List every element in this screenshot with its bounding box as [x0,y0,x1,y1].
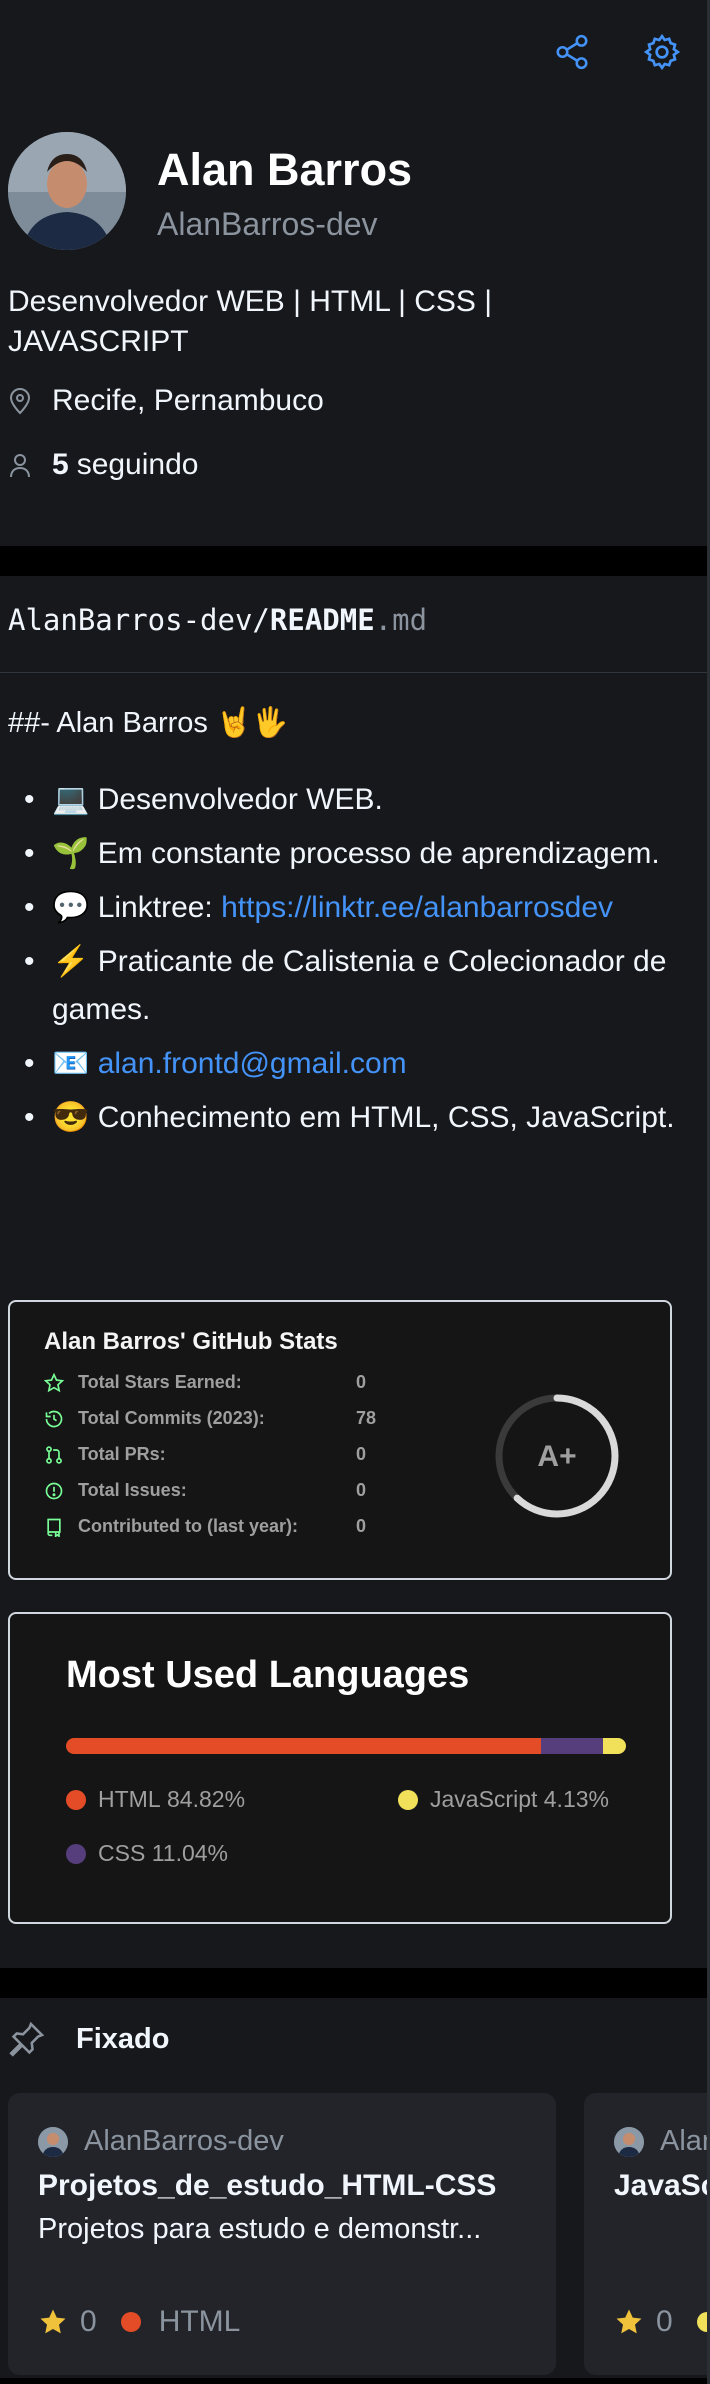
gear-icon [643,33,681,71]
language-bar-segment-html [66,1738,542,1754]
languages-card[interactable]: Most Used Languages HTML 84.82% JavaScri… [8,1612,672,1924]
section-divider [0,1968,707,1998]
star-icon [44,1372,64,1393]
pinned-title: Fixado [76,2022,170,2055]
languages-title: Most Used Languages [66,1654,470,1696]
laptop-emoji-icon: 💻 [52,783,90,816]
email-link[interactable]: alan.frontd@gmail.com [98,1047,407,1080]
stat-row: Total Issues: 0 [44,1480,366,1501]
repo-name: Projetos_de_estudo_HTML-CSS [38,2169,497,2202]
stat-row: Total Commits (2023): 78 [44,1408,376,1429]
sunglasses-emoji-icon: 😎 [52,1101,90,1134]
settings-button[interactable] [638,28,686,76]
avatar-image [8,132,126,250]
pinned-header: Fixado [8,2020,169,2058]
language-color-dot [120,2312,141,2332]
grade-ring: A+ [495,1394,619,1518]
repo-name: JavaSc [614,2169,707,2202]
list-item: ⚡ Praticante de Calistenia e Colecionado… [24,938,707,1034]
stat-value: 0 [356,1372,367,1392]
stat-value: 78 [356,1408,377,1428]
stat-row: Total Stars Earned: 0 [44,1372,366,1393]
issue-icon [44,1481,64,1501]
stat-row: Total PRs: 0 [44,1444,366,1465]
legend-css: CSS 11.04% [66,1840,228,1867]
repo-description: Projetos para estudo e demonstr... [38,2213,482,2245]
repo-stars: 0 [80,2305,97,2338]
profile-page: Alan Barros AlanBarros-dev Desenvolvedor… [0,0,707,2384]
stat-row: Contributed to (last year): 0 [44,1516,366,1537]
profile-name: Alan Barros [157,144,413,195]
stat-value: 0 [356,1444,367,1464]
legend-javascript: JavaScript 4.13% [398,1786,609,1813]
readme-file: README [269,603,375,637]
history-icon [44,1409,64,1429]
stats-title: Alan Barros' GitHub Stats [44,1328,338,1355]
pinned-repo-card[interactable]: AlanBarros-dev Projetos_de_estudo_HTML-C… [8,2093,556,2375]
repo-stars: 0 [656,2305,673,2338]
github-stats-card[interactable]: Alan Barros' GitHub Stats Total Stars Ea… [8,1300,672,1580]
repo-owner: AlanBarros-dev [38,2125,284,2158]
person-icon [8,452,40,478]
language-bar-segment-javascript [602,1738,626,1754]
legend-html: HTML 84.82% [66,1786,245,1813]
profile-bio: Desenvolvedor WEB | HTML | CSS | JAVASCR… [8,285,493,358]
section-divider [0,546,707,576]
readme-path[interactable]: AlanBarros-dev/README.md [8,603,427,637]
readme-divider [0,672,707,673]
list-item: 📧 alan.frontd@gmail.com [24,1040,707,1088]
email-emoji-icon: 📧 [52,1047,90,1080]
list-item: 💻 Desenvolvedor WEB. [24,776,707,824]
star-icon [38,2307,68,2337]
speech-bubble-emoji-icon: 💬 [52,891,90,924]
following-count: 5 [52,448,69,481]
pull-request-icon [44,1445,64,1465]
stat-value: 0 [356,1480,367,1500]
list-item: 🌱 Em constante processo de aprendizagem. [24,830,707,878]
pin-icon [8,2020,46,2058]
readme-owner: AlanBarros-dev/ [8,603,270,637]
repo-owner: Alan [614,2125,707,2158]
repo-icon [44,1517,64,1537]
location-text: Recife, Pernambuco [52,384,324,417]
readme-ext: .md [374,603,428,637]
seedling-emoji-icon: 🌱 [52,837,90,870]
bottom-divider [0,2378,707,2384]
share-button[interactable] [548,28,596,76]
repo-footer: 0 HTML [38,2305,240,2339]
lightning-emoji-icon: ⚡ [52,945,90,978]
language-color-dot [696,2312,707,2332]
list-item: 😎 Conhecimento em HTML, CSS, JavaScript. [24,1094,707,1142]
star-icon [614,2307,644,2337]
owner-avatar [38,2126,68,2157]
repo-footer: 0 [614,2305,707,2339]
repo-language: HTML [158,2305,241,2338]
stat-value: 0 [356,1516,367,1536]
languages-bar [66,1738,626,1754]
html-color-dot [66,1789,86,1810]
pinned-repo-card[interactable]: Alan JavaSc 0 [584,2093,707,2375]
linktree-link[interactable]: https://linktr.ee/alanbarrosdev [221,891,613,924]
readme-list: 💻 Desenvolvedor WEB. 🌱 Em constante proc… [8,776,707,1148]
owner-avatar [614,2126,644,2157]
grade-text: A+ [537,1440,576,1473]
location-pin-icon [8,387,40,415]
share-icon [556,34,588,70]
javascript-color-dot [398,1789,418,1810]
top-actions [0,28,707,76]
css-color-dot [66,1843,86,1864]
location-row: Recife, Pernambuco [8,384,324,418]
avatar[interactable] [8,132,126,250]
profile-login: AlanBarros-dev [157,206,378,242]
list-item: 💬 Linktree: https://linktr.ee/alanbarros… [24,884,707,932]
following-label: seguindo [76,448,199,481]
readme-heading: ##- Alan Barros 🤘🖐 [8,707,289,739]
language-bar-segment-css [541,1738,603,1754]
following-row[interactable]: 5 seguindo [8,448,198,482]
